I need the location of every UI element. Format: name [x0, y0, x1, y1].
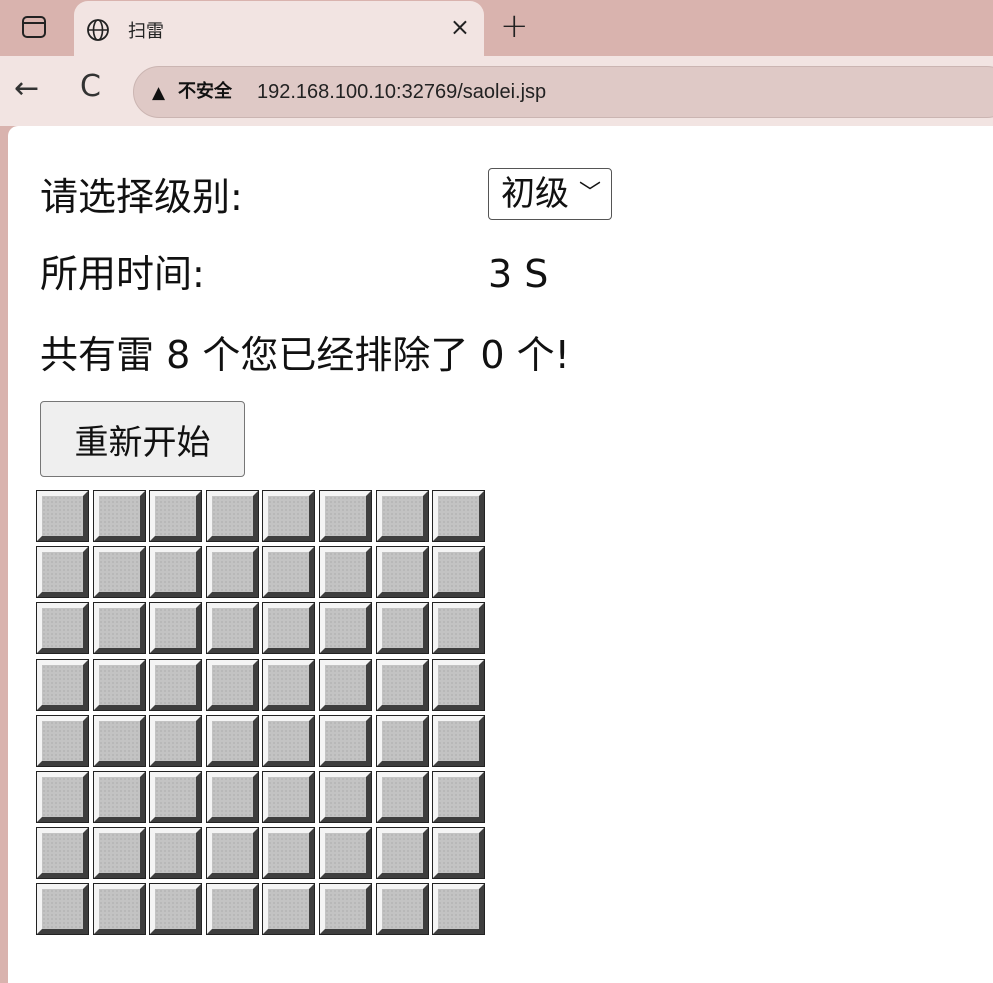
- mine-cell[interactable]: [318, 883, 372, 936]
- restart-button[interactable]: 重新开始: [40, 401, 245, 477]
- mine-cell[interactable]: [432, 714, 486, 767]
- mine-cell[interactable]: [262, 490, 316, 542]
- mine-cell[interactable]: [432, 658, 486, 711]
- level-label: 请选择级别:: [40, 175, 243, 219]
- mine-cell[interactable]: [375, 883, 429, 936]
- mine-cell[interactable]: [36, 827, 89, 880]
- mine-cell[interactable]: [205, 658, 259, 711]
- mine-cell[interactable]: [432, 883, 486, 936]
- mine-cell[interactable]: [262, 602, 316, 655]
- mine-cell[interactable]: [149, 658, 203, 711]
- mine-cell[interactable]: [92, 602, 146, 655]
- mine-cell[interactable]: [149, 883, 203, 936]
- tab-title: 扫雷: [128, 21, 164, 42]
- browser-toolbar: ← C ▲ 不安全 192.168.100.10:32769/saolei.js…: [0, 56, 993, 126]
- new-tab-icon[interactable]: +: [500, 8, 529, 44]
- mine-cell[interactable]: [149, 490, 203, 542]
- mine-cell[interactable]: [205, 490, 259, 542]
- mine-cell[interactable]: [262, 827, 316, 880]
- mine-cell[interactable]: [318, 827, 372, 880]
- mine-cell[interactable]: [375, 658, 429, 711]
- mine-cell[interactable]: [375, 546, 429, 599]
- tab-switcher-icon[interactable]: [22, 16, 46, 38]
- mine-cell[interactable]: [205, 714, 259, 767]
- mine-cell[interactable]: [262, 658, 316, 711]
- mine-cell[interactable]: [36, 546, 89, 599]
- mine-cell[interactable]: [318, 546, 372, 599]
- mine-cell[interactable]: [92, 883, 146, 936]
- page-content: 请选择级别: 初级 ﹀ 所用时间: 3 S 共有雷 8 个您已经排除了 0 个!…: [8, 126, 993, 983]
- mine-cell[interactable]: [375, 770, 429, 823]
- mine-cell[interactable]: [149, 546, 203, 599]
- mine-cell[interactable]: [205, 546, 259, 599]
- security-status-label[interactable]: 不安全: [178, 81, 232, 103]
- close-tab-icon[interactable]: ×: [450, 13, 470, 41]
- mine-cell[interactable]: [318, 602, 372, 655]
- mine-cell[interactable]: [318, 490, 372, 542]
- mine-cell[interactable]: [149, 827, 203, 880]
- mine-cell[interactable]: [318, 770, 372, 823]
- active-tab[interactable]: 扫雷 ×: [74, 1, 484, 56]
- minesweeper-board: [36, 490, 486, 936]
- mine-cell[interactable]: [432, 827, 486, 880]
- browser-tab-bar: 扫雷 × +: [0, 0, 993, 56]
- globe-icon: [87, 19, 109, 41]
- level-select[interactable]: 初级 ﹀: [488, 168, 613, 220]
- url-text[interactable]: 192.168.100.10:32769/saolei.jsp: [257, 80, 546, 104]
- mine-cell[interactable]: [205, 602, 259, 655]
- mine-cell[interactable]: [205, 770, 259, 823]
- mine-cell[interactable]: [375, 602, 429, 655]
- mine-cell[interactable]: [92, 714, 146, 767]
- mine-cell[interactable]: [92, 658, 146, 711]
- mine-cell[interactable]: [36, 714, 89, 767]
- reload-icon[interactable]: C: [80, 70, 101, 104]
- mine-cell[interactable]: [205, 827, 259, 880]
- mine-cell[interactable]: [92, 490, 146, 542]
- mine-cell[interactable]: [36, 883, 89, 936]
- mine-cell[interactable]: [432, 546, 486, 599]
- mine-cell[interactable]: [36, 658, 89, 711]
- mine-cell[interactable]: [205, 883, 259, 936]
- mine-cell[interactable]: [262, 546, 316, 599]
- mine-cell[interactable]: [262, 883, 316, 936]
- mine-cell[interactable]: [375, 714, 429, 767]
- chevron-down-icon: ﹀: [579, 181, 602, 206]
- time-label: 所用时间:: [40, 252, 205, 296]
- level-select-value: 初级: [501, 174, 569, 214]
- mine-status: 共有雷 8 个您已经排除了 0 个!: [40, 333, 570, 377]
- mine-cell[interactable]: [432, 490, 486, 542]
- mine-cell[interactable]: [262, 770, 316, 823]
- mine-cell[interactable]: [262, 714, 316, 767]
- mine-cell[interactable]: [375, 827, 429, 880]
- mine-cell[interactable]: [149, 770, 203, 823]
- warning-icon[interactable]: ▲: [152, 83, 165, 103]
- mine-cell[interactable]: [149, 602, 203, 655]
- mine-cell[interactable]: [92, 546, 146, 599]
- mine-cell[interactable]: [375, 490, 429, 542]
- time-value: 3 S: [488, 252, 549, 296]
- mine-cell[interactable]: [318, 658, 372, 711]
- back-arrow-icon[interactable]: ←: [14, 72, 39, 106]
- mine-cell[interactable]: [36, 770, 89, 823]
- mine-cell[interactable]: [149, 714, 203, 767]
- mine-cell[interactable]: [432, 770, 486, 823]
- mine-cell[interactable]: [36, 602, 89, 655]
- mine-cell[interactable]: [36, 490, 89, 542]
- mine-cell[interactable]: [318, 714, 372, 767]
- address-bar[interactable]: ▲ 不安全 192.168.100.10:32769/saolei.jsp: [133, 66, 993, 118]
- mine-cell[interactable]: [92, 770, 146, 823]
- mine-cell[interactable]: [92, 827, 146, 880]
- mine-cell[interactable]: [432, 602, 486, 655]
